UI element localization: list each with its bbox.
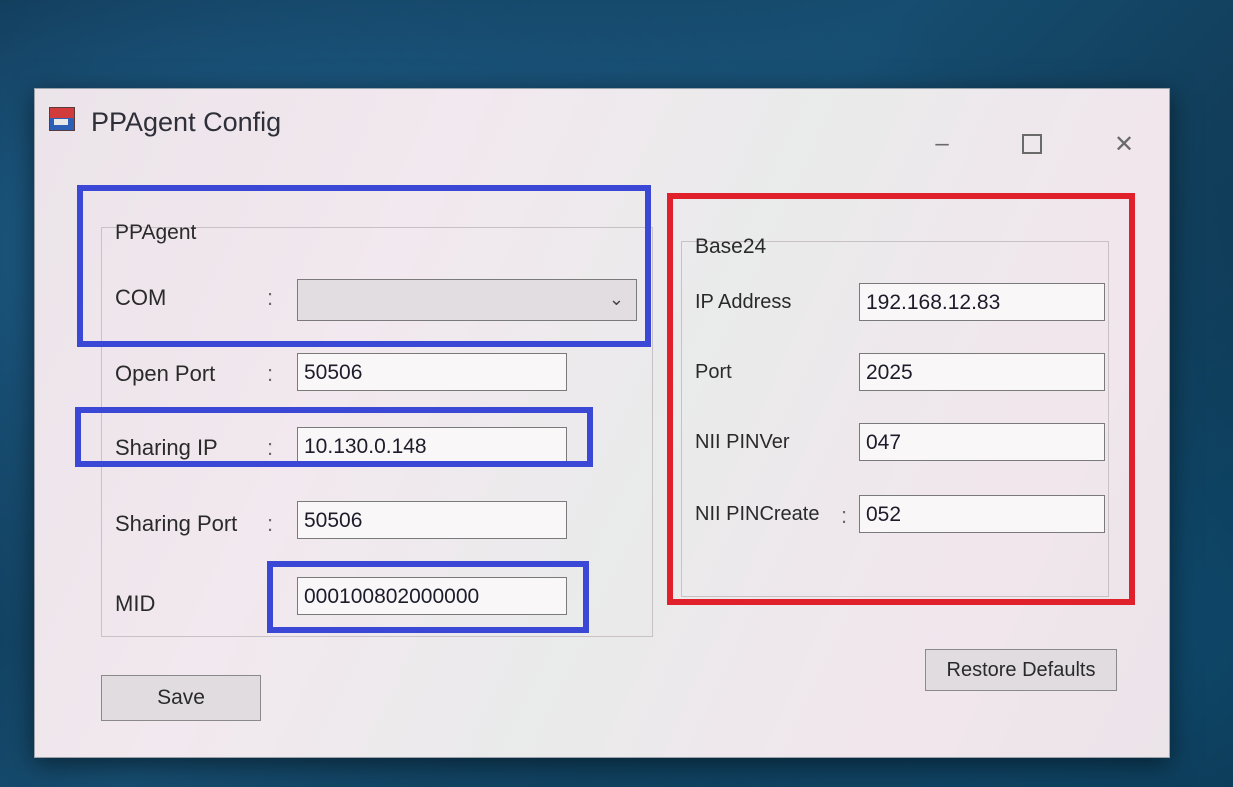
port-label: Port xyxy=(695,361,732,383)
restore-defaults-button[interactable]: Restore Defaults xyxy=(925,649,1117,691)
sharing-ip-label: Sharing IP xyxy=(115,435,218,460)
window-title: PPAgent Config xyxy=(91,107,282,137)
nii-pincreate-colon: : xyxy=(841,503,848,528)
sharing-ip-colon: : xyxy=(267,435,274,460)
app-icon xyxy=(49,107,75,131)
sharing-port-label: Sharing Port xyxy=(115,511,238,536)
save-button[interactable]: Save xyxy=(101,675,261,721)
open-port-label: Open Port xyxy=(115,361,216,386)
nii-pinver-field[interactable]: 047 xyxy=(859,423,1105,461)
ip-address-field[interactable]: 192.168.12.83 xyxy=(859,283,1105,321)
com-select[interactable]: ⌄ xyxy=(297,279,637,321)
sharing-port-colon: : xyxy=(267,511,274,536)
config-window: PPAgent Config – ✕ PPAgent COM : ⌄ Open … xyxy=(34,88,1170,758)
close-icon: ✕ xyxy=(1113,130,1135,158)
minimize-icon: – xyxy=(935,130,949,157)
mid-field[interactable]: 000100802000000 xyxy=(297,577,567,615)
nii-pinver-label: NII PINVer xyxy=(695,431,790,453)
close-button[interactable]: ✕ xyxy=(1101,127,1147,161)
nii-pincreate-label: NII PINCreate xyxy=(695,503,820,525)
base24-group-label: Base24 xyxy=(695,235,767,258)
title-bar[interactable]: PPAgent Config – ✕ xyxy=(35,89,1169,181)
open-port-colon: : xyxy=(267,361,274,386)
port-field[interactable]: 2025 xyxy=(859,353,1105,391)
sharing-ip-field[interactable]: 10.130.0.148 xyxy=(297,427,567,465)
ip-address-label: IP Address xyxy=(695,291,792,313)
maximize-icon xyxy=(1022,134,1042,154)
sharing-port-field[interactable]: 50506 xyxy=(297,501,567,539)
maximize-button[interactable] xyxy=(1009,127,1055,161)
chevron-down-icon: ⌄ xyxy=(608,289,624,309)
open-port-field[interactable]: 50506 xyxy=(297,353,567,391)
com-colon: : xyxy=(267,285,274,310)
minimize-button[interactable]: – xyxy=(919,127,965,161)
com-label: COM xyxy=(115,285,167,310)
mid-label: MID xyxy=(115,591,156,616)
nii-pincreate-field[interactable]: 052 xyxy=(859,495,1105,533)
ppagent-group-label: PPAgent xyxy=(115,221,197,244)
